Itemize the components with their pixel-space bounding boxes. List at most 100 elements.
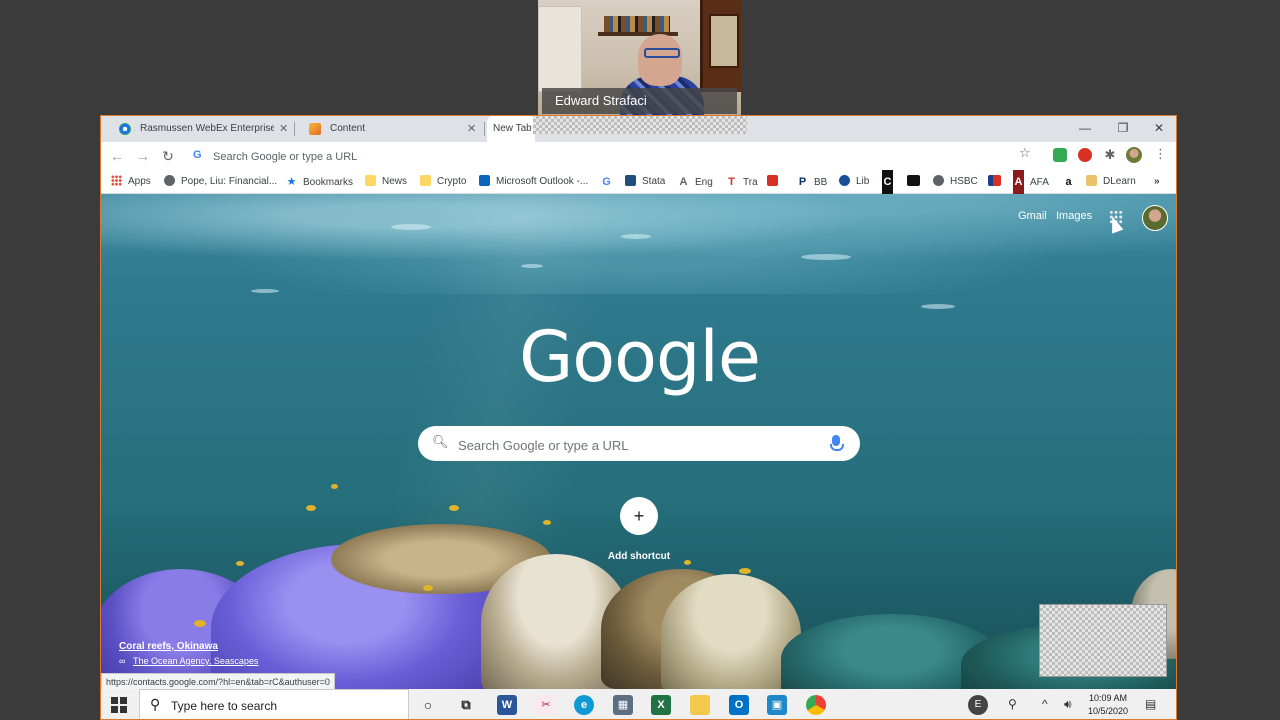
webex-app-icon[interactable]: ▣ xyxy=(767,695,787,715)
volume-icon[interactable]: 🔊︎ xyxy=(1064,697,1072,712)
bookmark-dlearn[interactable]: DLearn xyxy=(1086,170,1136,194)
bookmark-google[interactable]: G xyxy=(601,170,618,194)
bookmark-stata[interactable]: Stata xyxy=(625,170,665,194)
bookmark-star-icon[interactable]: ☆ xyxy=(1019,145,1031,161)
clock-time: 10:09 AM xyxy=(1088,693,1128,703)
water-glint xyxy=(921,304,955,309)
file-explorer-icon[interactable] xyxy=(690,695,710,715)
show-hidden-icons-chevron-icon[interactable]: ^ xyxy=(1042,697,1048,711)
bookmark-label: Stata xyxy=(642,176,666,187)
library-icon xyxy=(839,175,850,186)
newtab-searchbox[interactable]: 🔍︎ xyxy=(418,426,860,461)
bookmark-bb[interactable]: P BB xyxy=(797,170,828,194)
clock-date: 10/5/2020 xyxy=(1087,706,1129,716)
bookmark-pope-liu[interactable]: Pope, Liu: Financial... xyxy=(164,170,277,194)
restore-button[interactable]: ❐ xyxy=(1105,116,1141,142)
tab-webex[interactable]: Rasmussen WebEx Enterprise Sit ✕ xyxy=(107,116,295,142)
outlook-icon[interactable]: O xyxy=(729,695,749,715)
chrome-icon[interactable] xyxy=(806,695,826,715)
tab-content[interactable]: Content ✕ xyxy=(297,116,485,142)
background-credit-link[interactable]: ∞ The Ocean Agency, Seascapes xyxy=(119,656,258,666)
redacted-region xyxy=(1039,604,1167,677)
newtab-search-input[interactable] xyxy=(456,434,820,456)
taskbar-search-box[interactable]: ⚲ Type here to search xyxy=(139,689,409,719)
close-window-button[interactable]: ✕ xyxy=(1141,116,1176,142)
bookmark-eng[interactable]: A Eng xyxy=(678,170,713,194)
bookmark-red[interactable] xyxy=(767,170,784,194)
google-g-icon: G xyxy=(193,149,202,161)
outlook-icon xyxy=(479,175,490,186)
tab-title: New Tab xyxy=(493,123,532,134)
background-title-link[interactable]: Coral reefs, Okinawa xyxy=(119,641,218,652)
bookmark-lib[interactable]: Lib xyxy=(839,170,869,194)
fish xyxy=(739,568,751,574)
bookmark-outlook[interactable]: Microsoft Outlook -... xyxy=(479,170,588,194)
tab-close-icon[interactable]: ✕ xyxy=(279,116,288,142)
bookmark-crypto[interactable]: Crypto xyxy=(420,170,466,194)
profile-avatar-icon[interactable] xyxy=(1126,147,1142,163)
browser-window: Rasmussen WebEx Enterprise Sit ✕ Content… xyxy=(100,115,1177,720)
forward-button[interactable]: → xyxy=(133,146,153,166)
bookmark-c[interactable]: C xyxy=(882,170,899,194)
back-button[interactable]: ← xyxy=(107,146,127,166)
bookmark-tra[interactable]: T Tra xyxy=(726,170,758,194)
notifications-icon[interactable]: ▤ xyxy=(1145,697,1156,711)
windows-start-icon[interactable] xyxy=(111,697,127,713)
omnibox[interactable]: G xyxy=(185,145,1041,167)
bookmark-label: Eng xyxy=(695,177,713,188)
fish xyxy=(236,561,244,566)
redacted-region xyxy=(533,116,747,134)
bookmark-apps[interactable]: Apps xyxy=(111,170,151,194)
bookmark-black[interactable] xyxy=(907,170,926,194)
c-icon: C xyxy=(882,170,893,194)
system-clock[interactable]: 10:09 AM 10/5/2020 xyxy=(1081,692,1135,718)
fish xyxy=(449,505,459,511)
bookmark-bookmarks[interactable]: ★ Bookmarks xyxy=(286,170,353,194)
minimize-button[interactable]: — xyxy=(1067,116,1103,142)
extension-green-icon[interactable] xyxy=(1053,148,1067,162)
user-avatar[interactable]: E xyxy=(968,695,988,715)
word-icon[interactable]: W xyxy=(497,695,517,715)
bookmark-amazon[interactable]: a xyxy=(1063,170,1080,194)
red-stripes-icon xyxy=(767,175,778,186)
calculator-icon[interactable]: ▦ xyxy=(613,695,633,715)
extension-opera-icon[interactable] xyxy=(1078,148,1092,162)
fish xyxy=(194,620,206,627)
water-glint xyxy=(621,234,651,239)
add-shortcut-label[interactable]: Add shortcut xyxy=(581,551,697,562)
bookmark-flag[interactable] xyxy=(988,170,1007,194)
tab-strip: Rasmussen WebEx Enterprise Sit ✕ Content… xyxy=(101,116,1176,142)
people-icon[interactable]: ⚲ xyxy=(1008,697,1017,711)
extensions-puzzle-icon[interactable]: ✱ xyxy=(1103,148,1117,162)
bookmark-label: BB xyxy=(814,177,828,188)
omnibox-input[interactable] xyxy=(211,147,915,167)
cortana-icon[interactable]: ○ xyxy=(418,695,438,715)
snip-tool-icon[interactable]: ✂ xyxy=(536,695,556,715)
background-door xyxy=(538,6,582,92)
tab-new-tab[interactable]: New Tab xyxy=(487,116,535,142)
water-glint xyxy=(801,254,851,260)
edge-icon[interactable]: e xyxy=(574,695,594,715)
add-shortcut-button[interactable]: + xyxy=(620,497,658,535)
globe-icon xyxy=(164,175,175,186)
microphone-icon[interactable] xyxy=(830,435,844,451)
gmail-link[interactable]: Gmail xyxy=(1018,210,1047,222)
background-cabinet xyxy=(700,0,741,92)
google-account-avatar[interactable] xyxy=(1142,205,1168,231)
bookmark-news[interactable]: News xyxy=(365,170,407,194)
bookmark-afa[interactable]: A AFA xyxy=(1013,170,1049,194)
water-glint xyxy=(391,224,431,230)
chrome-menu-icon[interactable]: ⋮ xyxy=(1154,146,1167,162)
bookmark-label: AFA xyxy=(1030,177,1049,188)
excel-icon[interactable]: X xyxy=(651,695,671,715)
task-view-icon[interactable]: ⧉ xyxy=(456,695,476,715)
bookmark-hsbc[interactable]: HSBC xyxy=(933,170,978,194)
google-logo: Google xyxy=(519,316,761,398)
tab-close-icon[interactable]: ✕ xyxy=(467,116,476,142)
reload-button[interactable]: ↻ xyxy=(158,146,178,166)
water-glint xyxy=(521,264,543,268)
bookmarks-overflow-button[interactable]: » xyxy=(1154,170,1160,194)
images-link[interactable]: Images xyxy=(1056,210,1092,222)
afa-icon: A xyxy=(1013,170,1024,194)
apps-grid-icon xyxy=(111,175,122,186)
